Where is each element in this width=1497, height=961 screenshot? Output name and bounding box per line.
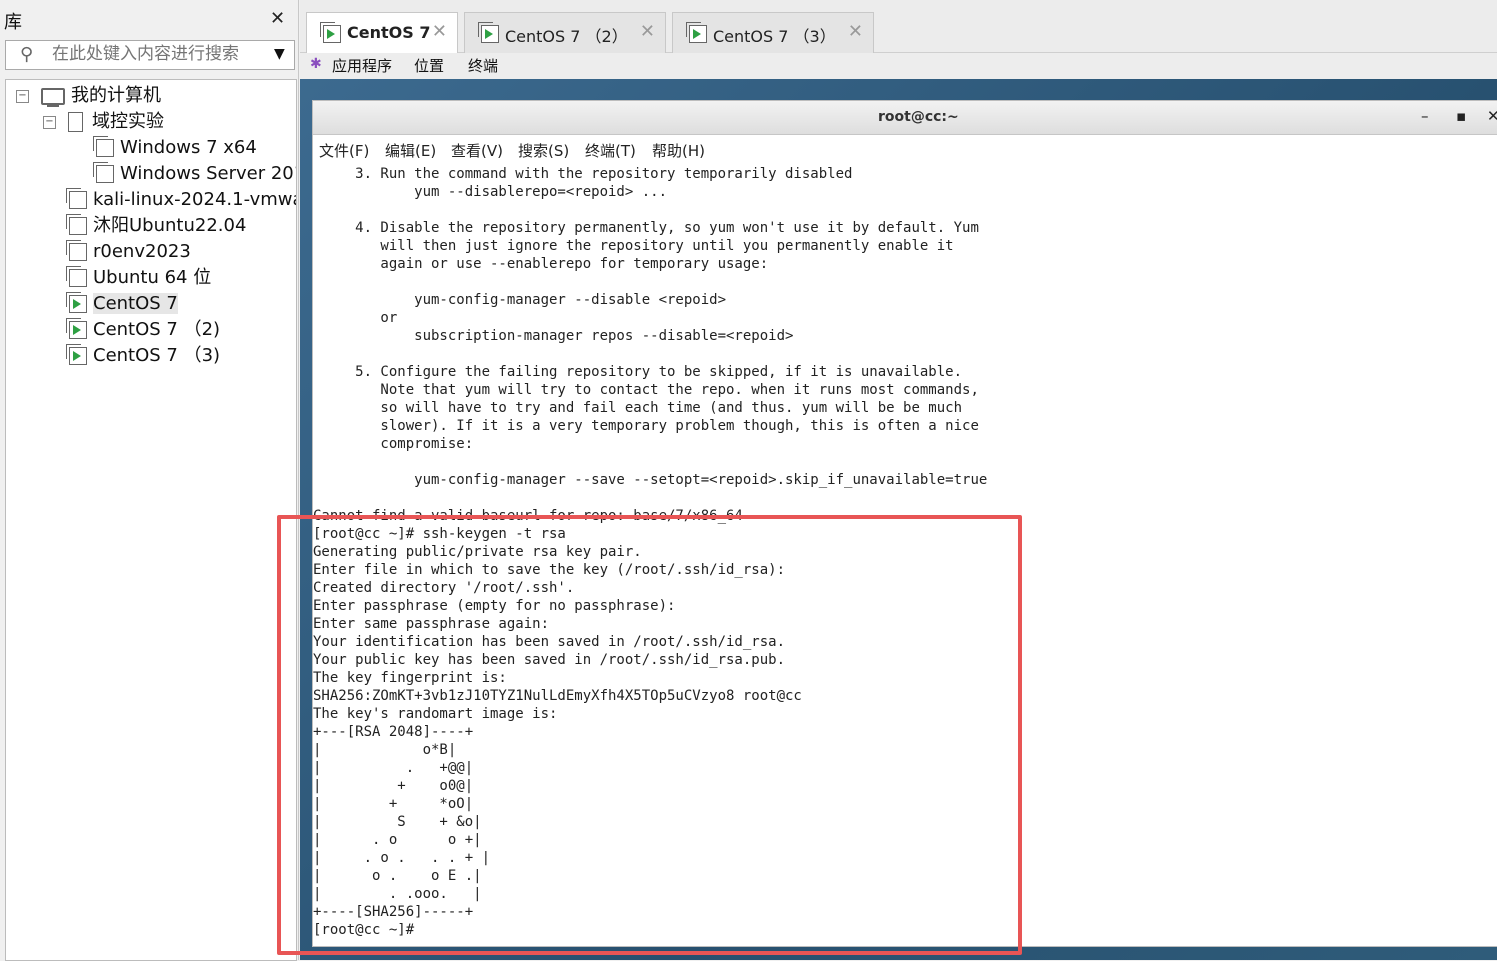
apps-menu-icon: ✱ <box>310 56 322 72</box>
tree-node-vm[interactable]: kali-linux-2024.1-vmware <box>66 187 296 213</box>
tab-label: CentOS 7 （2） <box>505 27 628 46</box>
vm-icon <box>93 162 114 183</box>
tab-label: CentOS 7 <box>347 23 431 42</box>
menu-terminal[interactable]: 终端 <box>468 55 498 76</box>
vm-tab-bar: CentOS 7 ✕ CentOS 7 （2） ✕ CentOS 7 （3） ✕ <box>300 0 1497 53</box>
tab-close-icon[interactable]: ✕ <box>640 21 655 42</box>
menu-file[interactable]: 文件(F) <box>319 140 369 161</box>
menu-terminal-settings[interactable]: 终端(T) <box>585 140 636 161</box>
tree-node-vm-running-selected[interactable]: CentOS 7 <box>66 291 178 317</box>
vm-icon <box>66 188 87 209</box>
menu-search[interactable]: 搜索(S) <box>518 140 569 161</box>
menu-applications[interactable]: 应用程序 <box>332 55 392 76</box>
tree-node-my-computer[interactable]: − 我的计算机 <box>16 83 161 109</box>
menu-help[interactable]: 帮助(H) <box>652 140 705 161</box>
tree-node-vm[interactable]: r0env2023 <box>66 239 191 265</box>
library-search[interactable]: ⚲ ▼ <box>5 40 295 70</box>
highlight-box <box>277 515 1022 955</box>
tree-node-vm-running[interactable]: CentOS 7 （2) <box>66 317 220 343</box>
guest-top-menu: ✱ 应用程序 位置 终端 <box>300 53 1497 79</box>
maximize-button[interactable]: ▪ <box>1456 107 1466 125</box>
vm-running-icon <box>66 318 87 339</box>
library-panel: 库 ✕ ⚲ ▼ −我的计算机 −域控实验 Windows 7 x64 Windo… <box>0 0 299 961</box>
menu-edit[interactable]: 编辑(E) <box>385 140 436 161</box>
tab-label: CentOS 7 （3） <box>713 27 836 46</box>
vm-running-icon <box>320 22 341 43</box>
collapse-toggle-icon[interactable]: − <box>43 115 56 129</box>
vm-icon <box>93 136 114 157</box>
vm-tree: − 我的计算机 − 域控实验 Windows 7 x64 Windows Serve… <box>5 79 297 961</box>
minimize-button[interactable]: – <box>1421 107 1429 125</box>
library-header: 库 ✕ <box>0 8 298 36</box>
tab-centos7[interactable]: CentOS 7 ✕ <box>306 12 458 53</box>
vm-running-icon <box>478 22 499 43</box>
menu-view[interactable]: 查看(V) <box>451 140 503 161</box>
tab-centos7-2[interactable]: CentOS 7 （2） ✕ <box>464 12 666 53</box>
folder-icon <box>68 112 83 132</box>
vm-running-icon <box>686 22 707 43</box>
tree-node-vm[interactable]: 沐阳Ubuntu22.04 <box>66 213 246 239</box>
vm-icon <box>66 240 87 261</box>
library-title: 库 <box>4 12 22 33</box>
terminal-menubar: 文件(F) 编辑(E) 查看(V) 搜索(S) 终端(T) 帮助(H) <box>313 136 1497 162</box>
watermark: CSDN @CC-NX <box>1308 918 1470 943</box>
tree-node-vm-running[interactable]: CentOS 7 （3) <box>66 343 220 369</box>
vm-icon <box>66 214 87 235</box>
tab-close-icon[interactable]: ✕ <box>848 21 863 42</box>
search-dropdown-icon[interactable]: ▼ <box>274 46 285 62</box>
tab-close-icon[interactable]: ✕ <box>432 21 447 42</box>
tree-node-vm[interactable]: Windows Server 2012 <box>93 161 296 187</box>
window-titlebar[interactable]: root@cc:~ – ▪ ✕ <box>313 101 1497 135</box>
library-close-icon[interactable]: ✕ <box>270 8 285 29</box>
tab-centos7-3[interactable]: CentOS 7 （3） ✕ <box>672 12 874 53</box>
search-input[interactable] <box>52 43 257 65</box>
vm-icon <box>66 266 87 287</box>
computer-icon <box>41 87 65 107</box>
search-icon: ⚲ <box>20 44 34 65</box>
vm-running-icon <box>66 344 87 365</box>
menu-places[interactable]: 位置 <box>414 55 444 76</box>
collapse-toggle-icon[interactable]: − <box>16 89 29 103</box>
tree-node-folder[interactable]: − 域控实验 <box>43 109 164 135</box>
vm-running-icon <box>66 292 87 313</box>
tree-node-vm[interactable]: Ubuntu 64 位 <box>66 265 211 291</box>
window-title: root@cc:~ <box>878 109 959 125</box>
close-button[interactable]: ✕ <box>1487 107 1497 125</box>
tree-node-vm[interactable]: Windows 7 x64 <box>93 135 257 161</box>
